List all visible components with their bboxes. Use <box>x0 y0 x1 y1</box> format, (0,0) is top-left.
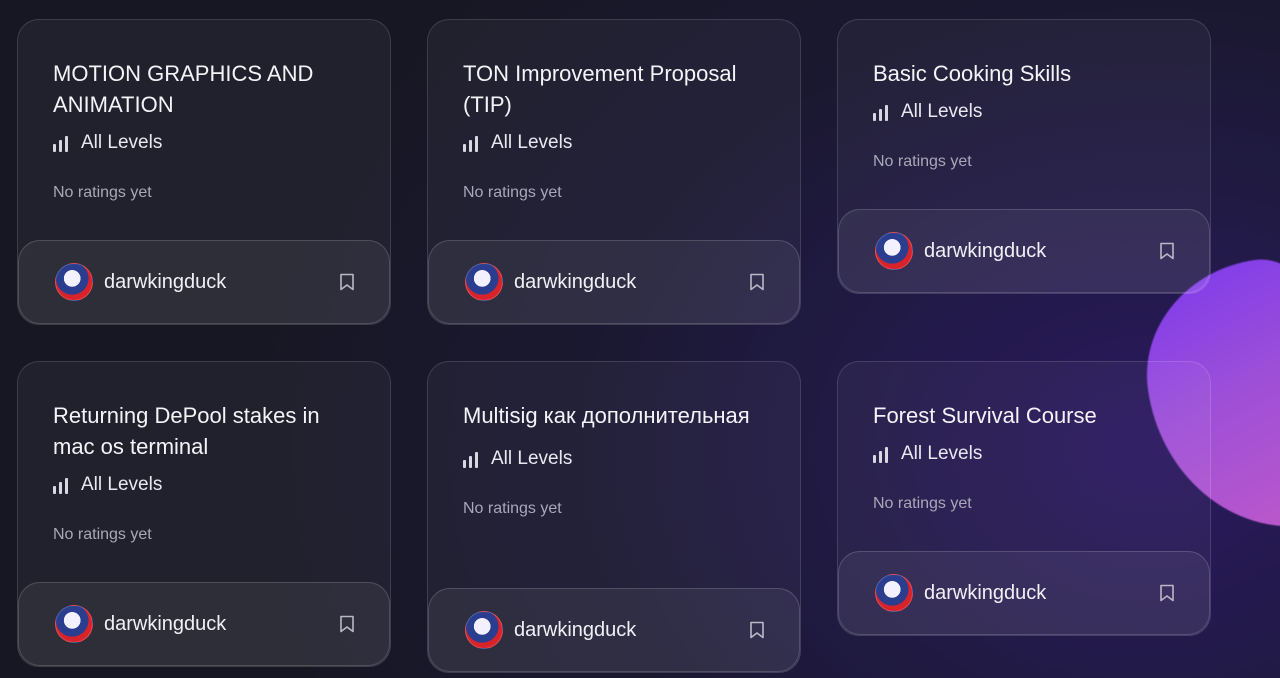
bar-chart-icon <box>463 450 481 468</box>
bookmark-icon[interactable] <box>339 615 355 633</box>
author-name[interactable]: darwkingduck <box>514 619 749 642</box>
bookmark-icon[interactable] <box>749 621 765 639</box>
author-name[interactable]: darwkingduck <box>104 271 339 294</box>
course-title[interactable]: Forest Survival Course <box>873 400 1174 431</box>
card-footer: darwkingduck <box>428 240 800 324</box>
card-footer: darwkingduck <box>428 588 800 672</box>
level-label: All Levels <box>491 132 573 153</box>
bar-chart-icon <box>53 134 71 152</box>
avatar[interactable] <box>55 605 93 643</box>
avatar[interactable] <box>55 263 93 301</box>
course-level: All Levels <box>463 448 764 470</box>
course-card[interactable]: Forest Survival Course All Levels No rat… <box>837 361 1211 636</box>
course-level: All Levels <box>53 132 354 154</box>
course-title[interactable]: MOTION GRAPHICS AND ANIMATION <box>53 58 354 120</box>
course-level: All Levels <box>873 443 1174 465</box>
course-card[interactable]: Multisig как дополнительная All Levels N… <box>427 361 801 673</box>
course-level: All Levels <box>53 474 354 496</box>
course-title[interactable]: Basic Cooking Skills <box>873 58 1174 89</box>
course-level: All Levels <box>873 101 1174 123</box>
bookmark-icon[interactable] <box>1159 584 1175 602</box>
level-label: All Levels <box>901 101 983 122</box>
course-title[interactable]: Returning DePool stakes in mac os termin… <box>53 400 354 462</box>
avatar[interactable] <box>465 611 503 649</box>
course-card[interactable]: Basic Cooking Skills All Levels No ratin… <box>837 19 1211 294</box>
author-name[interactable]: darwkingduck <box>924 582 1159 605</box>
bar-chart-icon <box>873 445 891 463</box>
bookmark-icon[interactable] <box>339 273 355 291</box>
bar-chart-icon <box>873 103 891 121</box>
level-label: All Levels <box>491 448 573 469</box>
author-name[interactable]: darwkingduck <box>924 240 1159 263</box>
level-label: All Levels <box>81 132 163 153</box>
rating-text: No ratings yet <box>53 184 152 201</box>
rating-text: No ratings yet <box>463 500 562 517</box>
bookmark-icon[interactable] <box>749 273 765 291</box>
course-card[interactable]: MOTION GRAPHICS AND ANIMATION All Levels… <box>17 19 391 325</box>
level-label: All Levels <box>901 443 983 464</box>
course-title[interactable]: Multisig как дополнительная <box>463 400 764 431</box>
course-card[interactable]: Returning DePool stakes in mac os termin… <box>17 361 391 667</box>
avatar[interactable] <box>875 232 913 270</box>
bookmark-icon[interactable] <box>1159 242 1175 260</box>
card-footer: darwkingduck <box>18 582 390 666</box>
course-level: All Levels <box>463 132 764 154</box>
course-card[interactable]: TON Improvement Proposal (TIP) All Level… <box>427 19 801 325</box>
card-footer: darwkingduck <box>838 551 1210 635</box>
rating-text: No ratings yet <box>873 153 972 170</box>
avatar[interactable] <box>875 574 913 612</box>
bar-chart-icon <box>463 134 481 152</box>
rating-text: No ratings yet <box>873 495 972 512</box>
rating-text: No ratings yet <box>463 184 562 201</box>
course-title[interactable]: TON Improvement Proposal (TIP) <box>463 58 764 120</box>
author-name[interactable]: darwkingduck <box>514 271 749 294</box>
avatar[interactable] <box>465 263 503 301</box>
rating-text: No ratings yet <box>53 526 152 543</box>
level-label: All Levels <box>81 474 163 495</box>
author-name[interactable]: darwkingduck <box>104 613 339 636</box>
card-footer: darwkingduck <box>18 240 390 324</box>
bar-chart-icon <box>53 476 71 494</box>
card-footer: darwkingduck <box>838 209 1210 293</box>
